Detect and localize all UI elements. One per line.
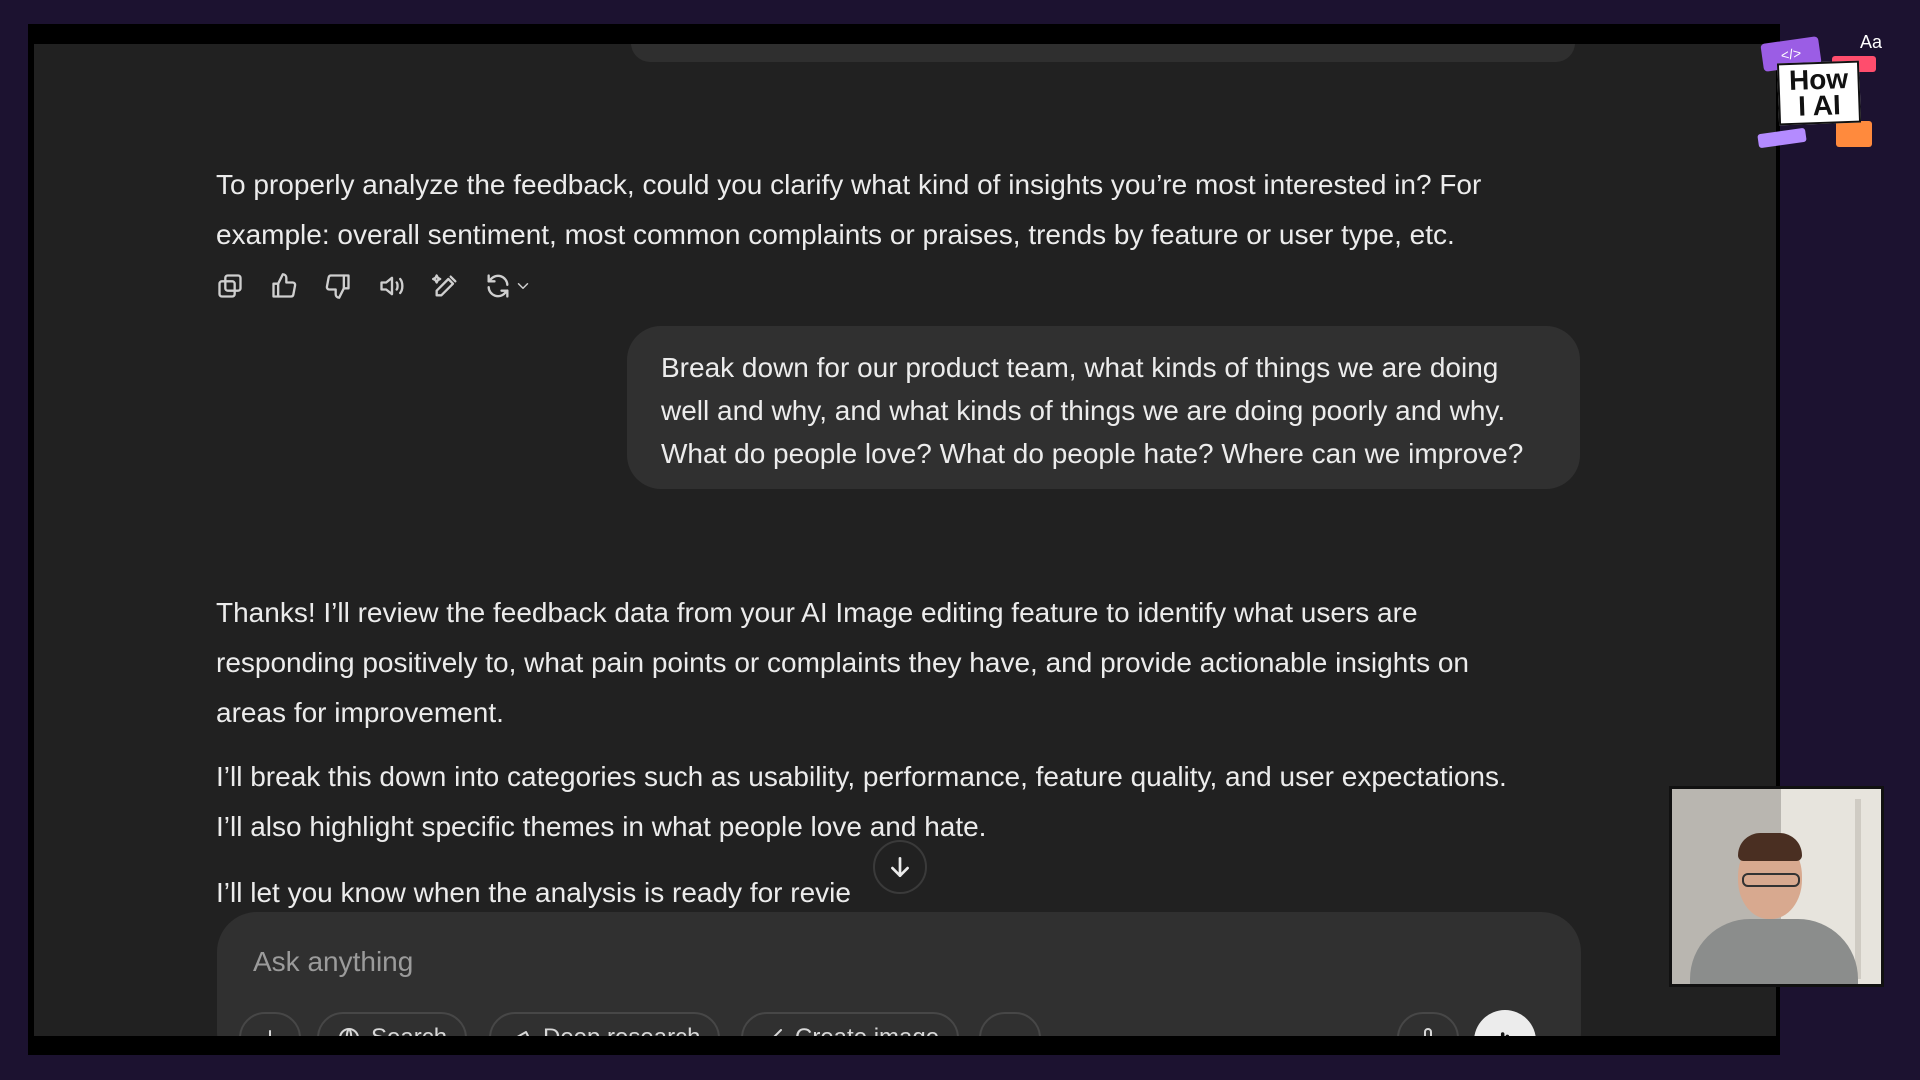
- chat-window: To properly analyze the feedback, could …: [34, 44, 1776, 1036]
- logo-font-label: Aa: [1859, 32, 1882, 52]
- presenter-hair: [1738, 833, 1802, 861]
- chevron-down-icon: [517, 283, 529, 289]
- thumbs-up-button[interactable]: [268, 270, 300, 302]
- logo-line-2: I AI: [1797, 89, 1842, 122]
- thumbs-up-icon: [272, 273, 297, 298]
- voice-mode-button[interactable]: [1474, 1010, 1536, 1036]
- waveform-icon: [1500, 1032, 1510, 1036]
- attach-button[interactable]: [239, 1012, 301, 1036]
- scroll-to-bottom-button[interactable]: [873, 840, 927, 894]
- search-tool-button[interactable]: Search: [317, 1012, 468, 1036]
- regenerate-icon: [487, 274, 509, 298]
- assistant-message-line: I’ll also highlight specific themes in w…: [216, 811, 987, 842]
- assistant-message-line: Thanks! I’ll review the feedback data fr…: [216, 597, 1418, 628]
- assistant-message-line: I’ll let you know when the analysis is r…: [216, 877, 851, 908]
- microphone-icon: [1424, 1028, 1432, 1036]
- user-message-line: well and why, and what kinds of things w…: [661, 395, 1506, 426]
- create-image-label: Create image: [795, 1024, 939, 1036]
- brush-icon: [773, 1029, 782, 1036]
- presenter-body: [1690, 919, 1858, 984]
- copy-icon: [218, 274, 242, 298]
- how-i-ai-logo: </> Aa How I AI: [1756, 30, 1886, 155]
- logo-purple-bar: [1757, 127, 1807, 149]
- assistant-message-line: responding positively to, what pain poin…: [216, 647, 1469, 678]
- search-tool-label: Search: [371, 1024, 447, 1036]
- regenerate-button[interactable]: [484, 270, 532, 302]
- previous-user-bubble: [631, 44, 1575, 62]
- user-message-bubble: Break down for our product team, what ki…: [627, 326, 1580, 489]
- user-message-line: What do people love? What do people hate…: [661, 438, 1524, 469]
- globe-icon: [339, 1028, 359, 1036]
- more-tools-button[interactable]: [979, 1012, 1041, 1036]
- assistant-message-line: To properly analyze the feedback, could …: [216, 169, 1482, 200]
- copy-button[interactable]: [214, 270, 246, 302]
- assistant-message-plan-3: I’ll let you know when the analysis is r…: [216, 868, 851, 918]
- chat-input[interactable]: [251, 938, 1455, 986]
- telescope-icon: [516, 1031, 529, 1036]
- arrow-down-icon: [891, 856, 909, 878]
- presenter-glasses: [1742, 873, 1800, 887]
- plus-icon: [269, 1030, 271, 1036]
- message-action-bar: [214, 266, 532, 306]
- assistant-message-line: I’ll break this down into categories suc…: [216, 761, 1507, 792]
- deep-research-button[interactable]: Deep research: [489, 1012, 721, 1036]
- read-aloud-icon: [380, 276, 404, 296]
- webcam-window-frame: [1855, 799, 1861, 979]
- deep-research-label: Deep research: [543, 1024, 700, 1036]
- webcam-overlay: [1669, 786, 1884, 987]
- assistant-message-line: example: overall sentiment, most common …: [216, 219, 1455, 250]
- logo-card: How I AI: [1776, 60, 1862, 126]
- assistant-message-line: areas for improvement.: [216, 697, 504, 728]
- thumbs-down-button[interactable]: [322, 270, 354, 302]
- assistant-message-plan-2: I’ll break this down into categories suc…: [216, 752, 1507, 852]
- more-icon: [998, 1026, 1022, 1036]
- thumbs-down-icon: [325, 274, 350, 299]
- microphone-button[interactable]: [1397, 1012, 1459, 1036]
- logo-chart-icon: [1836, 121, 1872, 147]
- assistant-message-clarify: To properly analyze the feedback, could …: [216, 160, 1481, 260]
- create-image-button[interactable]: Create image: [741, 1012, 960, 1036]
- edit-icon: [432, 274, 457, 297]
- message-composer: Search Deep research Create image: [217, 912, 1581, 1036]
- read-aloud-button[interactable]: [376, 270, 408, 302]
- edit-button[interactable]: [430, 270, 462, 302]
- assistant-message-plan: Thanks! I’ll review the feedback data fr…: [216, 588, 1469, 738]
- user-message-line: Break down for our product team, what ki…: [661, 352, 1499, 383]
